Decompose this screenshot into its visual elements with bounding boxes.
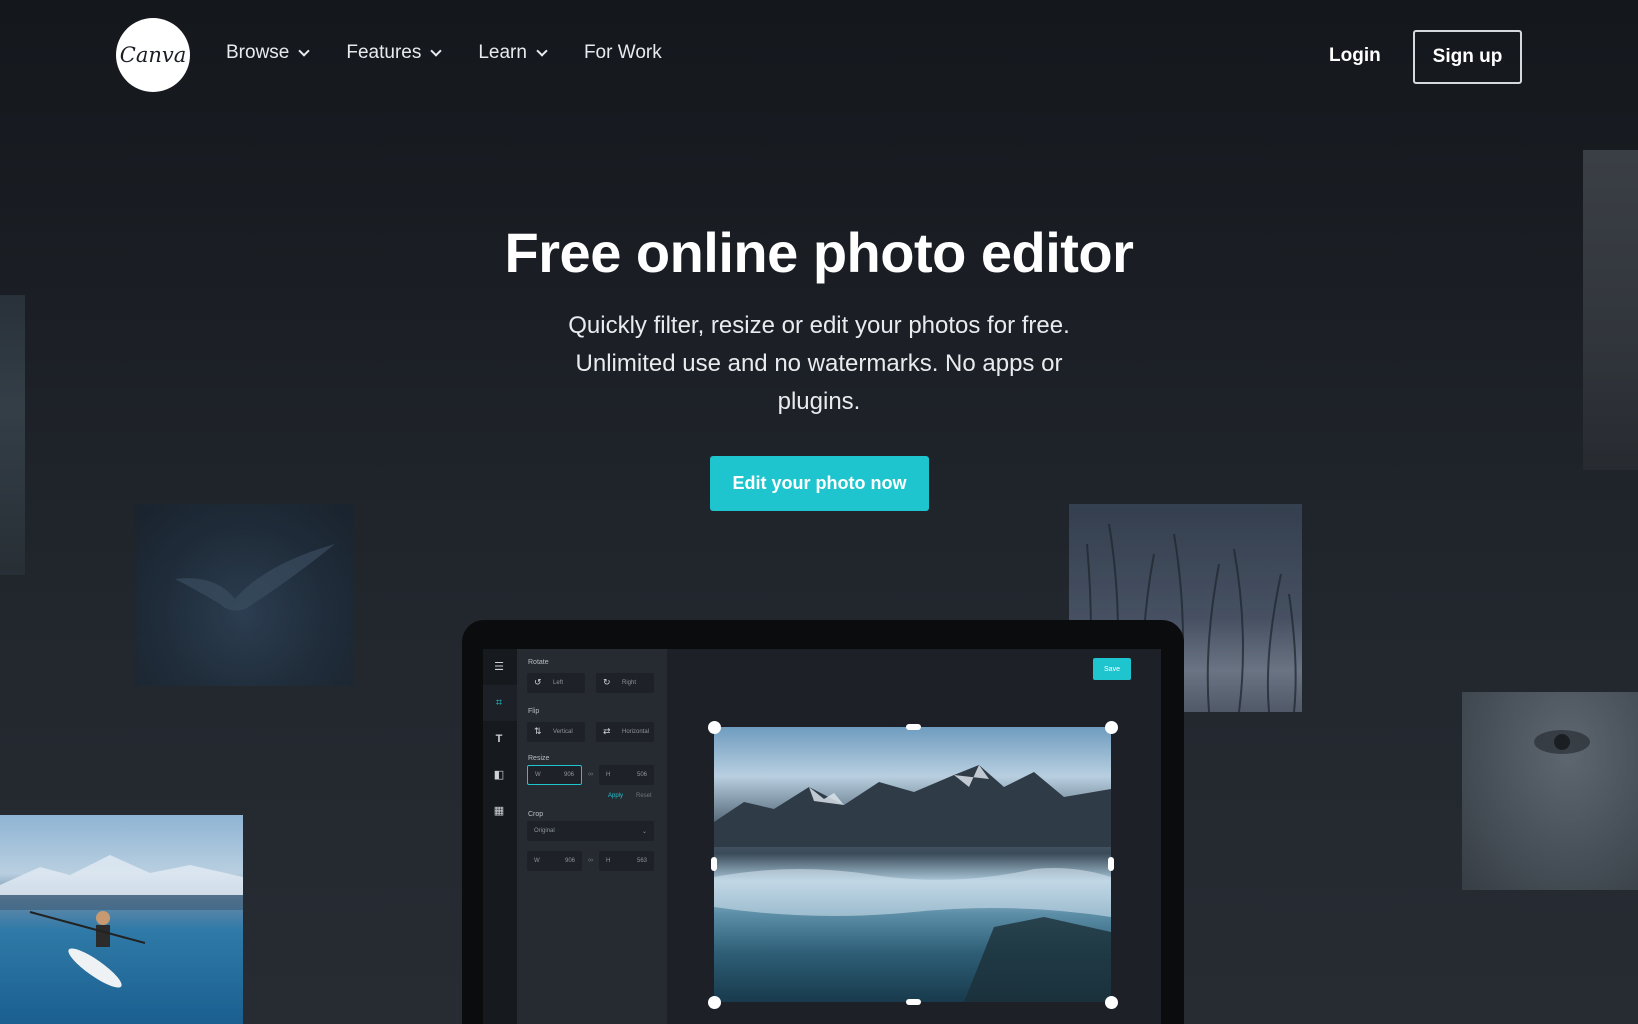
signup-button[interactable]: Sign up — [1413, 30, 1522, 84]
background-photo-left-edge — [0, 295, 25, 575]
edited-photo-mountains[interactable] — [714, 727, 1111, 1002]
logo-text: Canva — [119, 43, 187, 67]
frame-icon[interactable]: ◧ — [491, 767, 507, 783]
resize-label: Resize — [528, 755, 550, 762]
nav-links: Browse Features Learn For Work — [226, 42, 700, 64]
chevron-down-icon: ⌄ — [641, 828, 647, 835]
kayak-scene — [0, 855, 243, 988]
background-photo-kayak — [0, 815, 243, 1024]
background-photo-bird — [135, 504, 353, 686]
width-prefix: W — [534, 858, 540, 864]
crop-handle-top[interactable] — [906, 724, 921, 730]
height-prefix: H — [606, 772, 611, 778]
rotate-left-button[interactable]: ↺ Left — [527, 673, 585, 693]
rotate-left-icon: ↺ — [534, 677, 542, 687]
nav-item-label: Features — [346, 42, 422, 63]
resize-width-input[interactable]: W 906 — [527, 765, 582, 785]
flip-horizontal-icon: ⇄ — [603, 726, 611, 736]
flip-vertical-icon: ⇅ — [534, 726, 542, 736]
width-prefix: W — [535, 772, 541, 778]
page-title: Free online photo editor — [504, 221, 1134, 284]
height-prefix: H — [606, 858, 611, 864]
mountain-scene — [714, 765, 1111, 1002]
nav-item-features[interactable]: Features — [346, 42, 443, 64]
top-nav: Canva Browse Features Learn For Work Log… — [0, 0, 1638, 110]
flip-label: Flip — [528, 708, 540, 715]
crop-width-input[interactable]: W 906 — [527, 851, 582, 871]
rotate-right-label: Right — [622, 680, 637, 686]
link-icon[interactable]: ∞ — [588, 771, 593, 778]
editor-screen: ☰ ⌗ T ◧ ▦ Rotate ↺ Left ↻ Right Flip ⇅ V… — [483, 649, 1161, 1024]
nav-item-browse[interactable]: Browse — [226, 42, 311, 64]
eye-shape — [1534, 730, 1590, 754]
width-value: 906 — [564, 858, 575, 864]
height-value: 506 — [636, 772, 647, 778]
canva-logo[interactable]: Canva — [116, 18, 190, 92]
editor-canvas: Save — [667, 649, 1161, 1024]
crop-handle-bottom-right[interactable] — [1105, 996, 1118, 1009]
flip-horizontal-button[interactable]: ⇄ Horizontal — [596, 722, 654, 742]
nav-item-for-work[interactable]: For Work — [584, 42, 662, 64]
nav-item-learn[interactable]: Learn — [478, 42, 548, 64]
edit-photo-cta-button[interactable]: Edit your photo now — [710, 456, 929, 511]
crop-label: Crop — [528, 811, 544, 818]
flip-horizontal-label: Horizontal — [622, 729, 650, 735]
resize-height-input[interactable]: H 506 — [599, 765, 654, 785]
height-value: 563 — [636, 858, 647, 864]
bird-silhouette — [175, 544, 335, 611]
hero-subtitle-line: plugins. — [777, 388, 861, 415]
crop-handle-top-right[interactable] — [1105, 721, 1118, 734]
background-photo-eye — [1462, 692, 1638, 890]
chevron-down-icon — [430, 44, 443, 57]
save-button[interactable]: Save — [1093, 658, 1131, 680]
adjust-icon[interactable]: ☰ — [491, 659, 507, 675]
crop-preset-value: Original — [534, 828, 555, 834]
crop-panel: Rotate ↺ Left ↻ Right Flip ⇅ Vertical ⇄ … — [517, 649, 667, 1024]
crop-handle-right[interactable] — [1108, 857, 1114, 871]
link-icon[interactable]: ∞ — [588, 857, 593, 864]
crop-handle-bottom-left[interactable] — [708, 996, 721, 1009]
tool-rail: ☰ ⌗ T ◧ ▦ — [483, 649, 517, 1024]
crop-icon[interactable]: ⌗ — [491, 695, 507, 711]
crop-handle-left[interactable] — [711, 857, 717, 871]
nav-item-label: Browse — [226, 42, 290, 63]
login-link[interactable]: Login — [1329, 45, 1381, 67]
rotate-left-label: Left — [553, 680, 564, 686]
reset-link[interactable]: Reset — [636, 793, 652, 799]
hero-subtitle-line: Unlimited use and no watermarks. No apps… — [575, 350, 1063, 377]
chevron-down-icon — [536, 44, 548, 57]
nav-item-label: For Work — [583, 42, 662, 63]
flip-vertical-label: Vertical — [553, 729, 573, 735]
rotate-right-button[interactable]: ↻ Right — [596, 673, 654, 693]
hero-subtitle: Quickly filter, resize or edit your phot… — [519, 307, 1119, 421]
crop-handle-top-left[interactable] — [708, 721, 721, 734]
flip-vertical-button[interactable]: ⇅ Vertical — [527, 722, 585, 742]
laptop-mockup: ☰ ⌗ T ◧ ▦ Rotate ↺ Left ↻ Right Flip ⇅ V… — [462, 620, 1184, 1024]
width-value: 906 — [563, 772, 574, 778]
background-photo-right-top — [1583, 150, 1638, 470]
apply-link[interactable]: Apply — [608, 793, 623, 799]
crop-height-input[interactable]: H 563 — [599, 851, 654, 871]
crop-preset-select[interactable]: Original ⌄ — [527, 821, 654, 841]
chevron-down-icon — [298, 44, 311, 57]
text-icon[interactable]: T — [491, 731, 507, 747]
rotate-label: Rotate — [528, 659, 549, 666]
rotate-right-icon: ↻ — [603, 677, 611, 687]
grid-icon[interactable]: ▦ — [491, 803, 507, 819]
crop-handle-bottom[interactable] — [906, 999, 921, 1005]
nav-item-label: Learn — [478, 42, 527, 63]
hero-subtitle-line: Quickly filter, resize or edit your phot… — [568, 312, 1070, 339]
